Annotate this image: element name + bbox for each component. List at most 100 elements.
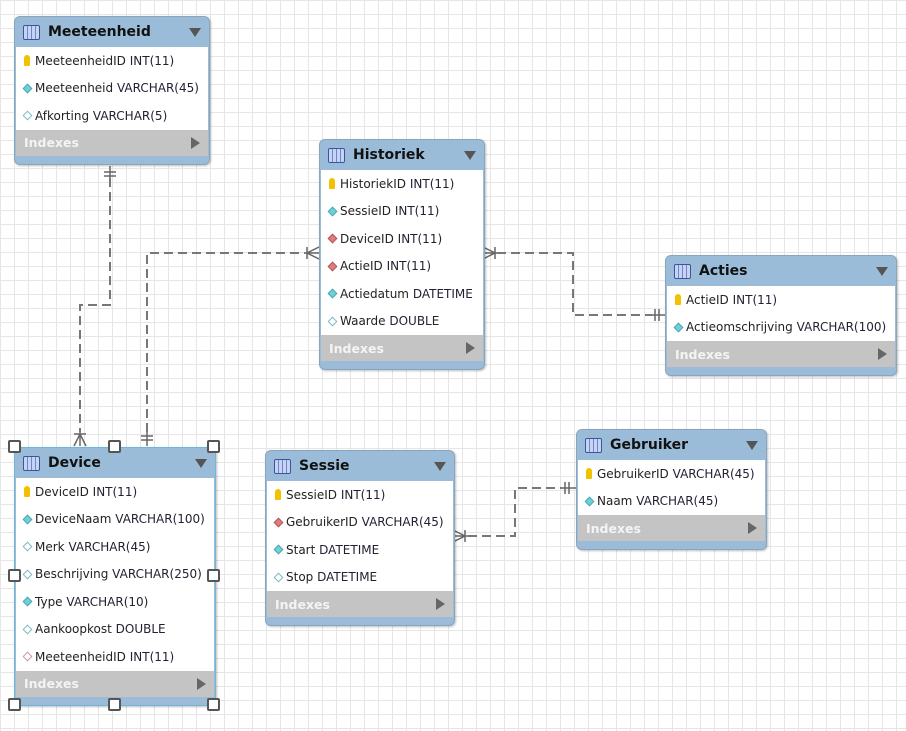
table-header[interactable]: Meeteenheid (15, 17, 209, 47)
column-row[interactable]: Afkorting VARCHAR(5) (16, 102, 208, 130)
column-name: Meeteenheid (35, 81, 114, 96)
collapse-toggle-icon[interactable] (189, 27, 201, 37)
collapse-toggle-icon[interactable] (195, 458, 207, 468)
column-name: ActieID (340, 259, 383, 274)
column-row[interactable]: DeviceNaam VARCHAR(100) (16, 506, 214, 534)
column-row[interactable]: MeeteenheidID INT(11) (16, 643, 214, 671)
column-list: ActieID INT(11) Actieomschrijving VARCHAR… (667, 286, 895, 341)
expand-arrow-icon[interactable] (748, 522, 757, 534)
resize-handle[interactable] (207, 569, 220, 582)
collapse-toggle-icon[interactable] (746, 440, 758, 450)
resize-handle[interactable] (108, 698, 121, 711)
column-row[interactable]: Meeteenheid VARCHAR(45) (16, 75, 208, 103)
expand-arrow-icon[interactable] (878, 348, 887, 360)
column-name: Type (35, 594, 63, 609)
foreign-key-icon (327, 261, 337, 272)
column-diamond-icon (22, 110, 32, 121)
column-row[interactable]: DeviceID INT(11) (321, 225, 483, 253)
collapse-toggle-icon[interactable] (464, 150, 476, 160)
column-type: INT(11) (732, 292, 778, 307)
table-header[interactable]: Sessie (266, 451, 454, 481)
column-row[interactable]: Waarde DOUBLE (321, 308, 483, 336)
column-row[interactable]: SessieID INT(11) (267, 481, 453, 509)
expand-arrow-icon[interactable] (466, 342, 475, 354)
column-type: VARCHAR(100) (115, 512, 205, 527)
column-row[interactable]: ActieID INT(11) (667, 286, 895, 314)
indexes-label: Indexes (275, 596, 330, 612)
rel-meeteenheid-device (79, 178, 111, 432)
indexes-section[interactable]: Indexes (667, 341, 895, 367)
table-title: Gebruiker (610, 437, 689, 453)
indexes-section[interactable]: Indexes (16, 129, 208, 156)
column-diamond-icon (22, 569, 32, 580)
column-row[interactable]: DeviceID INT(11) (16, 478, 214, 506)
table-historiek[interactable]: Historiek HistoriekID INT(11) SessieID INT… (319, 139, 485, 370)
table-meeteenheid[interactable]: Meeteenheid MeeteenheidID INT(11) Meeteenh… (14, 16, 210, 165)
column-row[interactable]: Naam VARCHAR(45) (578, 488, 765, 516)
column-diamond-icon (22, 624, 32, 635)
resize-handle[interactable] (8, 440, 21, 453)
column-name: HistoriekID (340, 176, 407, 191)
column-row[interactable]: Start DATETIME (267, 536, 453, 564)
column-row[interactable]: SessieID INT(11) (321, 198, 483, 226)
column-name: DeviceNaam (35, 512, 112, 527)
column-type: DATETIME (317, 570, 378, 585)
table-header[interactable]: Acties (666, 256, 896, 286)
table-header[interactable]: Gebruiker (577, 430, 766, 460)
table-icon (23, 24, 40, 40)
collapse-toggle-icon[interactable] (876, 266, 888, 276)
table-acties[interactable]: Acties ActieID INT(11) Actieomschrijving V… (665, 255, 897, 376)
resize-handle[interactable] (207, 698, 220, 711)
table-title: Meeteenheid (48, 24, 151, 40)
column-row[interactable]: HistoriekID INT(11) (321, 170, 483, 198)
column-row[interactable]: GebruikerID VARCHAR(45) (578, 460, 765, 488)
column-type: VARCHAR(45) (116, 81, 199, 96)
column-name: ActieID (686, 292, 729, 307)
column-row[interactable]: ActieID INT(11) (321, 253, 483, 281)
expand-arrow-icon[interactable] (197, 677, 206, 690)
column-name: GebruikerID (597, 466, 669, 481)
expand-arrow-icon[interactable] (436, 598, 445, 610)
resize-handle[interactable] (8, 569, 21, 582)
indexes-section[interactable]: Indexes (578, 515, 765, 541)
column-name: Afkorting (35, 108, 90, 123)
table-title: Sessie (299, 458, 350, 474)
column-type: INT(11) (386, 259, 432, 274)
column-row[interactable]: Aankoopkost DOUBLE (16, 616, 214, 644)
column-row[interactable]: Actieomschrijving VARCHAR(100) (667, 314, 895, 342)
table-title: Device (48, 455, 101, 471)
indexes-section[interactable]: Indexes (267, 591, 453, 617)
indexes-label: Indexes (675, 346, 730, 362)
column-row[interactable]: MeeteenheidID INT(11) (16, 47, 208, 75)
indexes-section[interactable]: Indexes (321, 335, 483, 361)
column-name: Stop (286, 570, 314, 585)
resize-handle[interactable] (108, 440, 121, 453)
column-list: HistoriekID INT(11) SessieID INT(11) Devic… (321, 170, 483, 335)
table-header[interactable]: Historiek (320, 140, 484, 170)
column-name: SessieID (340, 204, 391, 219)
column-diamond-icon (327, 288, 337, 299)
table-gebruiker[interactable]: Gebruiker GebruikerID VARCHAR(45) Naam VAR… (576, 429, 767, 550)
primary-key-icon (22, 55, 32, 67)
column-row[interactable]: Merk VARCHAR(45) (16, 533, 214, 561)
column-row[interactable]: Type VARCHAR(10) (16, 588, 214, 616)
column-row[interactable]: Stop DATETIME (267, 564, 453, 592)
column-row[interactable]: Actiedatum DATETIME (321, 280, 483, 308)
indexes-section[interactable]: Indexes (16, 670, 214, 697)
column-row[interactable]: Beschrijving VARCHAR(250) (16, 561, 214, 589)
expand-arrow-icon[interactable] (191, 136, 200, 149)
foreign-key-icon (327, 233, 337, 244)
column-name: Actiedatum (340, 286, 409, 301)
resize-handle[interactable] (8, 698, 21, 711)
column-name: Actieomschrijving (686, 320, 793, 335)
column-diamond-icon (22, 83, 32, 94)
table-title: Acties (699, 263, 748, 279)
collapse-toggle-icon[interactable] (434, 461, 446, 471)
column-name: SessieID (286, 487, 337, 502)
table-sessie[interactable]: Sessie SessieID INT(11) GebruikerID VARCHA… (265, 450, 455, 626)
column-name: Merk (35, 539, 65, 554)
resize-handle[interactable] (207, 440, 220, 453)
column-row[interactable]: GebruikerID VARCHAR(45) (267, 509, 453, 537)
column-type: INT(11) (394, 204, 440, 219)
table-device[interactable]: Device DeviceID INT(11) DeviceNaam VARCHAR… (14, 447, 216, 706)
